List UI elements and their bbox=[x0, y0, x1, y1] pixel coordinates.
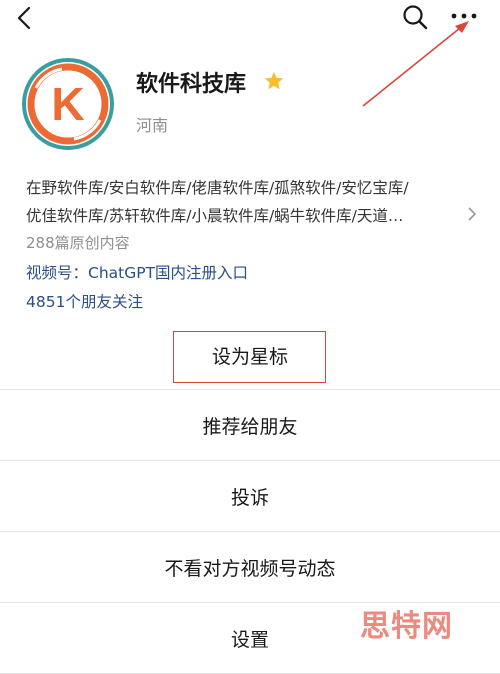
more-dots-icon[interactable] bbox=[450, 6, 478, 26]
avatar-letter: K bbox=[51, 78, 84, 130]
avatar[interactable]: K bbox=[22, 58, 114, 150]
chevron-right-icon[interactable] bbox=[466, 206, 478, 222]
description-line: 优佳软件库/苏轩软件库/小晨软件库/蜗牛软件库/天道… bbox=[26, 207, 404, 225]
top-nav-bar bbox=[0, 0, 500, 40]
hide-channel-updates-button[interactable]: 不看对方视频号动态 bbox=[0, 532, 500, 603]
friends-following-link[interactable]: 4851个朋友关注 bbox=[26, 290, 143, 312]
star-icon bbox=[264, 71, 284, 90]
account-region: 河南 bbox=[136, 116, 169, 135]
account-name: 软件科技库 bbox=[136, 72, 247, 97]
account-description[interactable]: 在野软件库/安白软件库/佬唐软件库/孤煞软件/安忆宝库/ 优佳软件库/苏轩软件库… bbox=[26, 174, 466, 230]
original-content-count: 288篇原创内容 bbox=[26, 234, 130, 252]
set-star-button[interactable]: 设为星标 bbox=[0, 322, 500, 390]
watermark: 思特网 bbox=[360, 609, 453, 644]
complaint-button[interactable]: 投诉 bbox=[0, 461, 500, 532]
description-line: 在野软件库/安白软件库/佬唐软件库/孤煞软件/安忆宝库/ bbox=[26, 179, 409, 197]
search-icon[interactable] bbox=[402, 4, 428, 30]
video-channel-link[interactable]: 视频号：ChatGPT国内注册入口 bbox=[26, 261, 248, 283]
chevron-left-icon[interactable] bbox=[14, 6, 38, 30]
recommend-to-friend-button[interactable]: 推荐给朋友 bbox=[0, 390, 500, 461]
